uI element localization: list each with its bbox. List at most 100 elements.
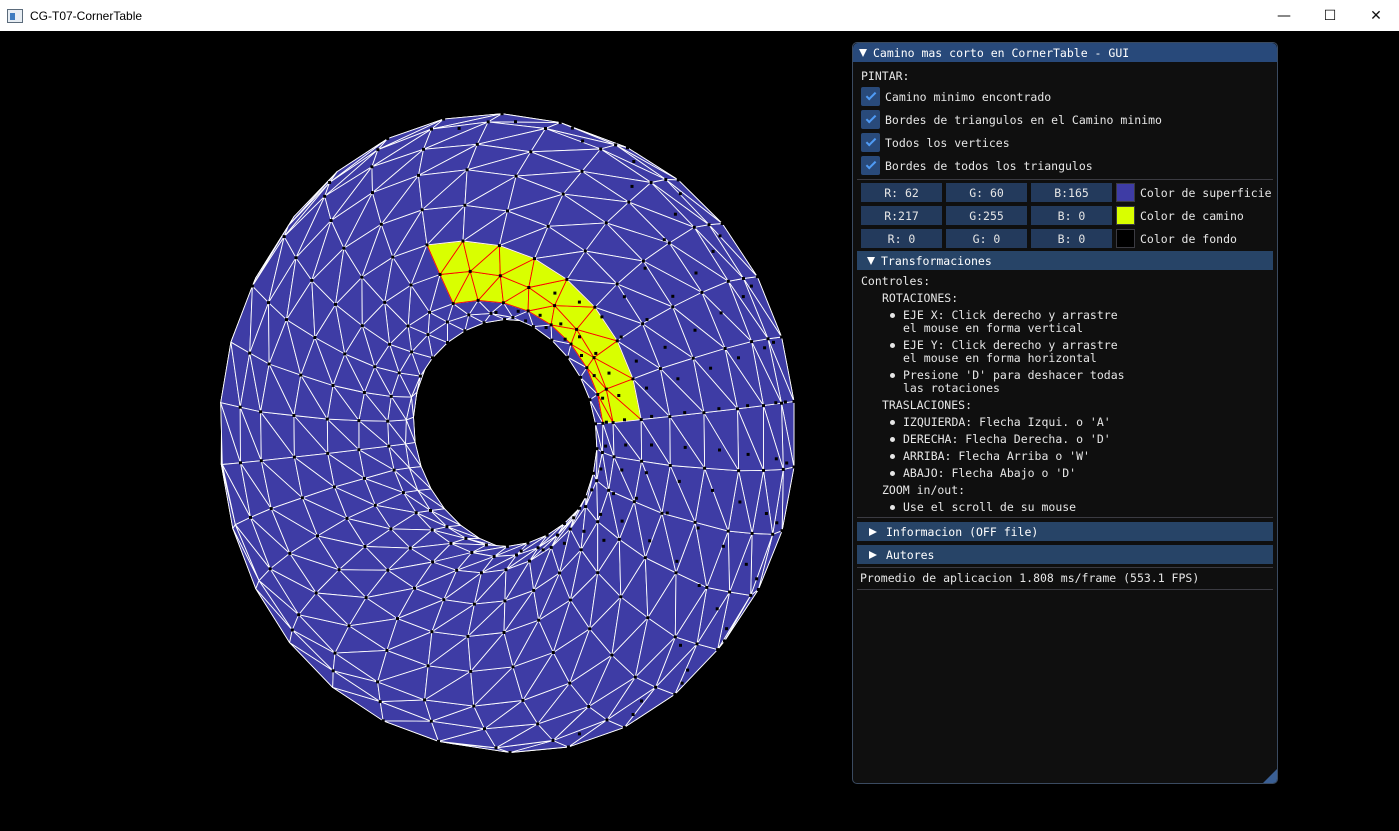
vertex-point <box>313 336 317 339</box>
g-field[interactable]: G: 0 <box>946 229 1027 248</box>
vertex-point <box>604 420 608 424</box>
vertex-point <box>511 665 515 669</box>
check-icon <box>865 89 876 101</box>
b-field[interactable]: B:165 <box>1031 183 1112 202</box>
vertex-point <box>622 295 626 299</box>
vertex-point <box>762 468 765 472</box>
vertex-point <box>364 596 368 600</box>
vertex-point <box>611 421 615 425</box>
vertex-point <box>632 160 636 163</box>
checkbox-todos-vertices[interactable]: Todos los vertices <box>861 133 1010 152</box>
vertex-point <box>671 294 675 298</box>
vertex-point <box>429 509 432 512</box>
vertex-point <box>347 624 351 628</box>
bullet-icon <box>890 505 895 510</box>
header-informacion[interactable]: Informacion (OFF file) <box>857 522 1273 541</box>
vertex-point <box>553 291 557 295</box>
checkbox-bordes-camino[interactable]: Bordes de triangulos en el Camino minimo <box>861 110 1162 129</box>
vertex-point <box>696 526 700 530</box>
close-button[interactable]: ✕ <box>1353 0 1399 31</box>
vertex-point <box>677 479 681 483</box>
b-field[interactable]: B: 0 <box>1031 206 1112 225</box>
b-field[interactable]: B: 0 <box>1031 229 1112 248</box>
vertex-point <box>556 533 559 537</box>
vertex-point <box>546 224 550 228</box>
vertex-point <box>693 520 697 524</box>
vertex-point <box>648 539 652 543</box>
vertex-point <box>737 356 740 360</box>
vertex-point <box>673 692 677 696</box>
vertex-point <box>622 725 626 729</box>
vertex-point <box>780 401 783 405</box>
vertex-point <box>678 192 682 196</box>
r-field[interactable]: R: 62 <box>861 183 942 202</box>
vertex-point <box>640 699 643 703</box>
header-transformaciones[interactable]: Transformaciones <box>857 251 1273 270</box>
g-field[interactable]: G: 60 <box>946 183 1027 202</box>
color-swatch[interactable] <box>1116 206 1135 225</box>
vertex-point <box>683 411 687 415</box>
color-label: Color de fondo <box>1140 231 1237 246</box>
checkbox[interactable] <box>861 110 880 129</box>
vertex-point <box>414 511 418 515</box>
header-autores[interactable]: Autores <box>857 545 1273 564</box>
vertex-point <box>697 584 701 587</box>
vertex-point <box>615 282 619 286</box>
check-icon <box>865 135 876 147</box>
g-field[interactable]: G:255 <box>946 206 1027 225</box>
color-swatch[interactable] <box>1116 183 1135 202</box>
checkbox[interactable] <box>861 156 880 175</box>
maximize-button[interactable]: ☐ <box>1307 0 1353 31</box>
vertex-point <box>607 488 611 492</box>
vertex-point <box>417 173 420 177</box>
traslacion-item: DERECHA: Flecha Derecha. o 'D' <box>903 432 1111 446</box>
vertex-point <box>502 631 506 634</box>
vertex-point <box>409 283 413 287</box>
minimize-button[interactable]: — <box>1261 0 1307 31</box>
gui-panel[interactable]: Camino mas corto en CornerTable - GUI PI… <box>852 42 1278 784</box>
checkbox-bordes-todos[interactable]: Bordes de todos los triangulos <box>861 156 1093 175</box>
vertex-point <box>619 335 623 339</box>
collapse-arrow-icon[interactable] <box>859 48 867 57</box>
vertex-point <box>736 407 739 411</box>
vertex-point <box>558 571 561 575</box>
vertex-point <box>617 537 621 541</box>
vertex-point <box>430 630 434 634</box>
r-field[interactable]: R: 0 <box>861 229 942 248</box>
vertex-point <box>593 305 597 309</box>
checkbox[interactable] <box>861 133 880 152</box>
vertex-point <box>500 112 504 116</box>
vertex-point <box>741 295 745 299</box>
vertex-point <box>631 713 635 716</box>
color-row-superficie[interactable]: R: 62 G: 60 B:165 Color de superficie <box>861 183 1272 202</box>
color-row-camino[interactable]: R:217 G:255 B: 0 Color de camino <box>861 206 1244 225</box>
vertex-point <box>626 146 629 150</box>
vertex-point <box>749 593 753 597</box>
vertex-point <box>716 648 720 652</box>
checkbox[interactable] <box>861 87 880 106</box>
pintar-label: PINTAR: <box>861 69 910 83</box>
vertex-point <box>527 286 531 289</box>
vertex-point <box>680 681 684 685</box>
vertex-point <box>455 568 459 572</box>
vertex-point <box>387 444 391 448</box>
vertex-point <box>282 235 286 239</box>
vertex-point <box>519 549 523 553</box>
vertex-point <box>551 651 555 654</box>
resize-grip-icon[interactable] <box>1263 769 1277 783</box>
expanded-arrow-icon <box>867 256 875 265</box>
color-swatch[interactable] <box>1116 229 1135 248</box>
vertex-point <box>401 491 405 495</box>
mesh-triangle <box>230 285 253 354</box>
vertex-point <box>599 467 603 471</box>
vertex-point <box>643 266 647 270</box>
vertex-point <box>470 551 474 554</box>
mesh-triangle <box>382 720 439 742</box>
r-field[interactable]: R:217 <box>861 206 942 225</box>
gui-title-bar[interactable]: Camino mas corto en CornerTable - GUI <box>853 43 1277 62</box>
vertex-point <box>388 342 392 346</box>
vertex-point <box>718 234 722 238</box>
vertex-point <box>544 326 548 329</box>
color-row-fondo[interactable]: R: 0 G: 0 B: 0 Color de fondo <box>861 229 1237 248</box>
checkbox-camino-minimo[interactable]: Camino minimo encontrado <box>861 87 1051 106</box>
